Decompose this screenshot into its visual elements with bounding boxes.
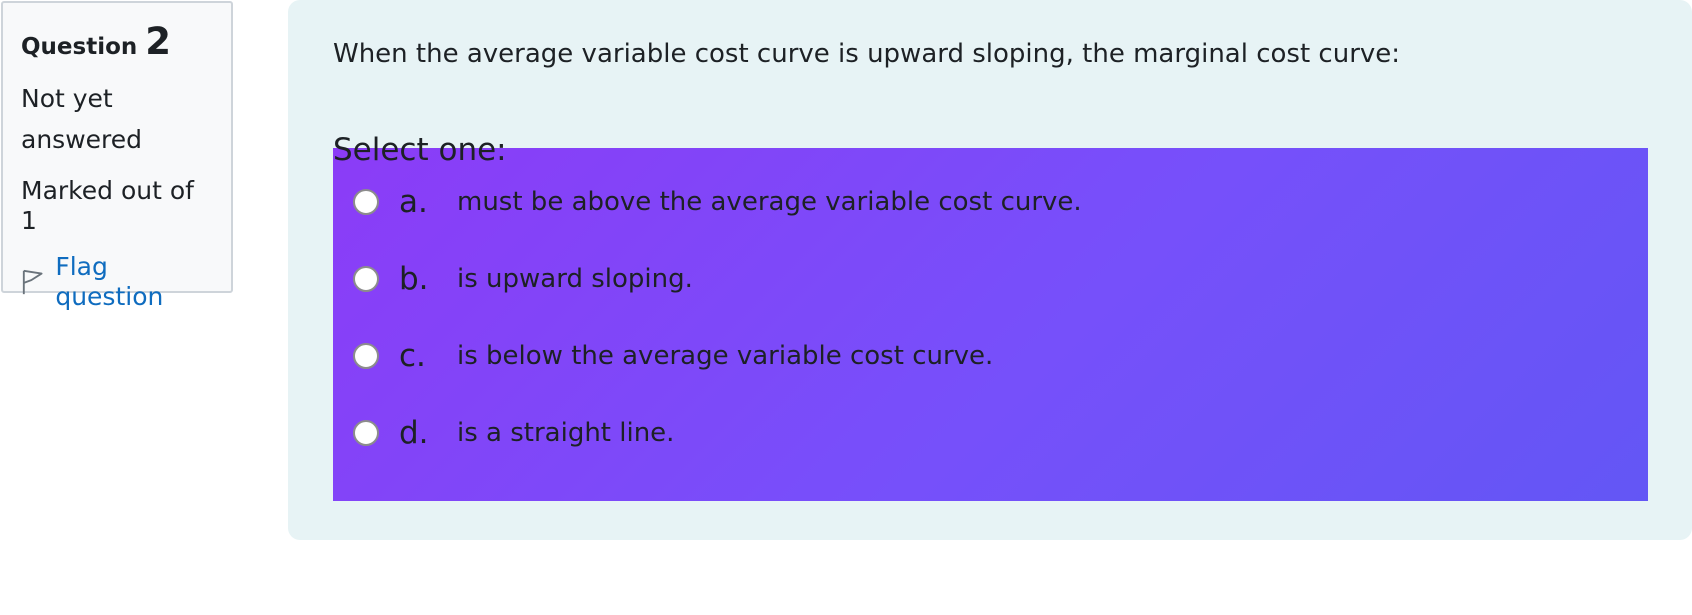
- option-d-text[interactable]: is a straight line.: [457, 418, 674, 448]
- flag-question-label: Flag question: [55, 252, 164, 311]
- flag-icon: [22, 269, 43, 295]
- option-d[interactable]: d. is a straight line.: [353, 413, 674, 453]
- option-b[interactable]: b. is upward sloping.: [353, 259, 693, 299]
- question-grade: Marked out of 1: [21, 176, 194, 235]
- option-a-text[interactable]: must be above the average variable cost …: [457, 187, 1082, 217]
- flag-question-link[interactable]: Flag question: [21, 252, 213, 312]
- option-b-letter: b.: [399, 261, 429, 297]
- option-a-radio[interactable]: [353, 189, 379, 215]
- question-number-heading: Question 2: [21, 19, 213, 70]
- question-formulation: When the average variable cost curve is …: [288, 0, 1692, 540]
- option-a-letter: a.: [399, 184, 428, 220]
- option-b-text[interactable]: is upward sloping.: [457, 264, 693, 294]
- answer-panel: a. must be above the average variable co…: [333, 148, 1648, 501]
- option-c-text[interactable]: is below the average variable cost curve…: [457, 341, 993, 371]
- option-c[interactable]: c. is below the average variable cost cu…: [353, 336, 993, 376]
- option-c-radio[interactable]: [353, 343, 379, 369]
- question-state: Not yet answered: [21, 84, 142, 154]
- option-c-letter: c.: [399, 338, 426, 374]
- question-text: When the average variable cost curve is …: [333, 39, 1401, 69]
- option-d-radio[interactable]: [353, 420, 379, 446]
- option-d-letter: d.: [399, 415, 429, 451]
- option-a[interactable]: a. must be above the average variable co…: [353, 182, 1082, 222]
- question-number: 2: [145, 20, 172, 63]
- question-label: Question: [21, 34, 138, 60]
- option-b-radio[interactable]: [353, 266, 379, 292]
- question-info-box: Question 2 Not yet answered Marked out o…: [1, 1, 233, 311]
- select-one-prompt: Select one:: [333, 132, 507, 168]
